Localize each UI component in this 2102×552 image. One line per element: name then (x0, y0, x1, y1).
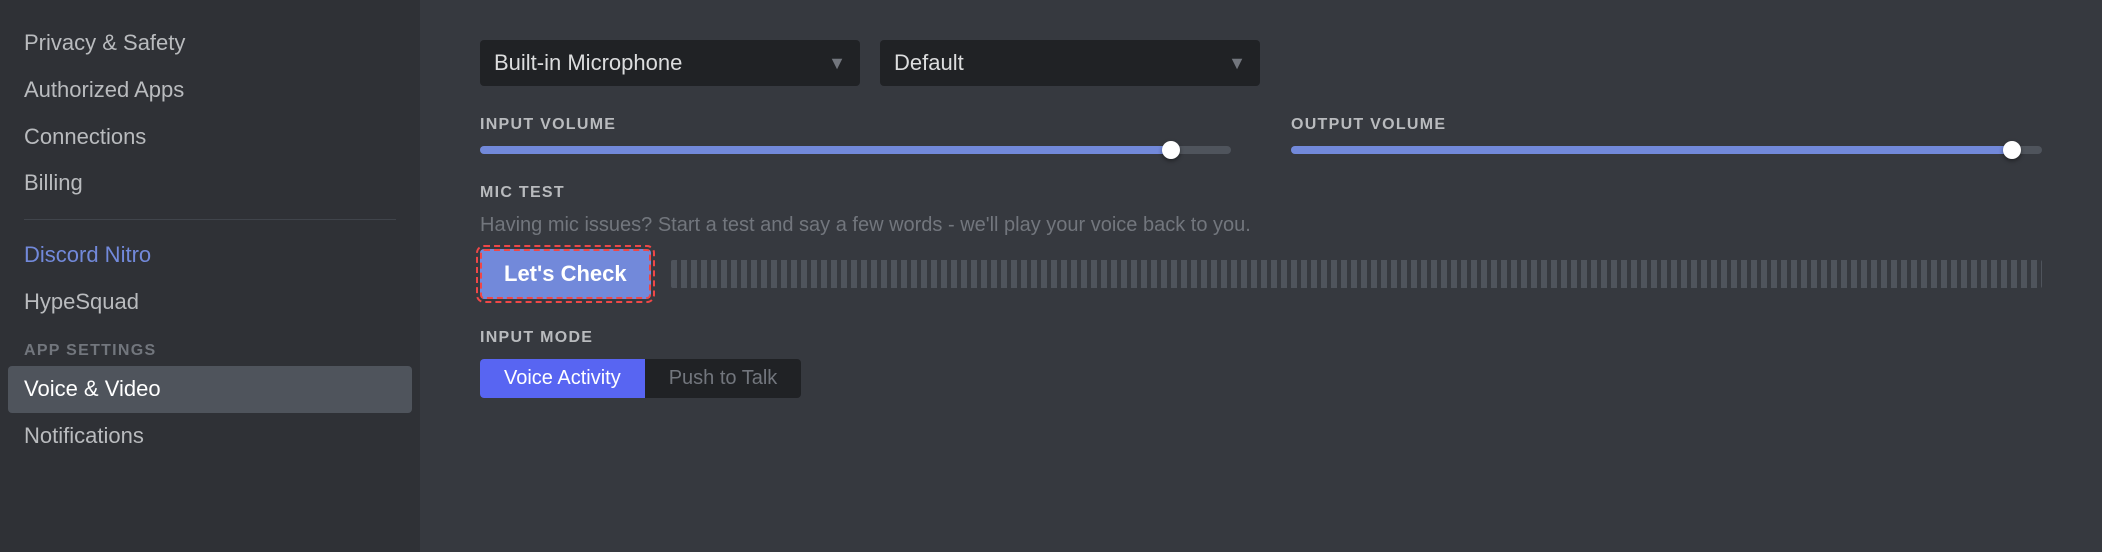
output-device-dropdown[interactable]: Default ▼ (880, 40, 1260, 86)
input-mode-toggle: Voice Activity Push to Talk (480, 359, 801, 398)
sidebar-item-connections[interactable]: Connections (8, 114, 412, 161)
divider (24, 219, 396, 220)
output-volume-fill (1291, 146, 2012, 154)
mic-test-description: Having mic issues? Start a test and say … (480, 214, 2042, 237)
output-volume-thumb[interactable] (2003, 141, 2021, 159)
sidebar-item-voice-video[interactable]: Voice & Video (8, 366, 412, 413)
sidebar-item-billing[interactable]: Billing (8, 160, 412, 207)
output-device-arrow: ▼ (1228, 53, 1246, 74)
input-volume-label: INPUT VOLUME (480, 116, 1231, 134)
input-device-arrow: ▼ (828, 53, 846, 74)
sidebar-item-label: Voice & Video (24, 376, 161, 401)
lets-check-button[interactable]: Let's Check (480, 249, 651, 299)
input-device-label: Built-in Microphone (494, 50, 818, 76)
sidebar-item-label: Discord Nitro (24, 242, 151, 267)
mic-test-row: Let's Check (480, 249, 2042, 299)
output-device-label: Default (894, 50, 1218, 76)
mic-level-bar (671, 260, 2042, 288)
sidebar-item-label: Authorized Apps (24, 77, 184, 102)
input-mode-section: INPUT MODE Voice Activity Push to Talk (480, 329, 2042, 398)
output-volume-slider[interactable] (1291, 146, 2042, 154)
output-volume-group: OUTPUT VOLUME (1291, 116, 2042, 154)
sidebar-item-label: Privacy & Safety (24, 30, 185, 55)
input-mode-title: INPUT MODE (480, 329, 2042, 347)
sidebar-item-authorized-apps[interactable]: Authorized Apps (8, 67, 412, 114)
mode-option-vad[interactable]: Voice Activity (480, 359, 645, 398)
sidebar-item-notifications[interactable]: Notifications (8, 413, 412, 460)
device-dropdown-row: Built-in Microphone ▼ Default ▼ (480, 40, 2042, 86)
volume-section: INPUT VOLUME OUTPUT VOLUME (480, 116, 2042, 154)
input-volume-thumb[interactable] (1162, 141, 1180, 159)
mic-test-section: MIC TEST Having mic issues? Start a test… (480, 184, 2042, 299)
sidebar-item-label: HypeSquad (24, 289, 139, 314)
sidebar-item-label: Notifications (24, 423, 144, 448)
sidebar-item-privacy-safety[interactable]: Privacy & Safety (8, 20, 412, 67)
input-volume-group: INPUT VOLUME (480, 116, 1231, 154)
sidebar-item-discord-nitro[interactable]: Discord Nitro (8, 232, 412, 279)
sidebar-item-hypesquad[interactable]: HypeSquad (8, 279, 412, 326)
output-volume-label: OUTPUT VOLUME (1291, 116, 2042, 134)
input-device-dropdown[interactable]: Built-in Microphone ▼ (480, 40, 860, 86)
sidebar: Privacy & Safety Authorized Apps Connect… (0, 0, 420, 552)
app-settings-header: APP SETTINGS (8, 326, 412, 366)
sidebar-item-label: Connections (24, 124, 146, 149)
input-volume-slider[interactable] (480, 146, 1231, 154)
main-content: Built-in Microphone ▼ Default ▼ INPUT VO… (420, 0, 2102, 552)
sidebar-item-label: Billing (24, 170, 83, 195)
mic-test-title: MIC TEST (480, 184, 2042, 202)
mode-option-ptt[interactable]: Push to Talk (645, 359, 802, 398)
input-volume-fill (480, 146, 1171, 154)
